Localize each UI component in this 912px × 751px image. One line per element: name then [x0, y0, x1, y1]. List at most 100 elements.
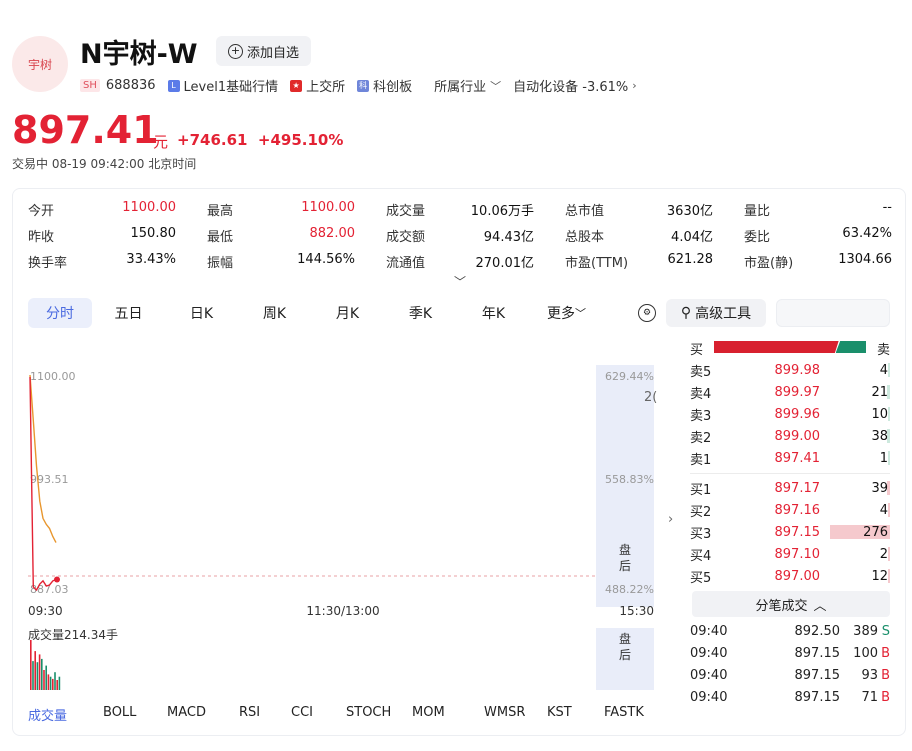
- add-watchlist-label: 添加自选: [247, 45, 300, 61]
- tab-1[interactable]: 五日: [92, 298, 165, 328]
- exchange-link[interactable]: ★ 上交所: [290, 76, 345, 95]
- industry-value: 自动化设备 -3.61%: [513, 80, 629, 95]
- stat-label: 最高: [207, 204, 234, 219]
- volume-bar: [34, 651, 36, 690]
- expand-chevron-icon[interactable]: ﹀: [454, 273, 466, 290]
- sell-ratio-fill: [835, 341, 866, 353]
- stat-label: 昨收: [28, 230, 55, 245]
- order-price: 897.16: [774, 502, 821, 518]
- advanced-tools-button[interactable]: ⚲ 高级工具: [666, 299, 766, 327]
- stat-value: 144.56%: [297, 252, 355, 267]
- settings-icon[interactable]: ⚙: [638, 304, 656, 322]
- stat-value: 4.04亿: [671, 230, 713, 245]
- indicator-tab[interactable]: WMSR: [484, 705, 547, 724]
- stat-item: 成交额 94.43亿: [386, 226, 534, 245]
- tab-6[interactable]: 年K: [457, 298, 530, 328]
- ask-row[interactable]: 卖4 899.97 21: [690, 382, 890, 402]
- tick-time: 09:40: [690, 689, 728, 705]
- y-high-label: 1100.00: [30, 370, 76, 383]
- price-unit: 元: [153, 133, 169, 151]
- order-label: 卖3: [690, 408, 712, 424]
- stat-item: 最高 1100.00: [207, 200, 355, 219]
- market-tag: SH: [80, 79, 100, 92]
- stat-item: 振幅 144.56%: [207, 252, 355, 271]
- board-link[interactable]: 科 科创板: [357, 76, 412, 95]
- after-hours-volume-char-2: 后: [619, 648, 631, 662]
- tick-row: 09:40 897.15 71 B: [690, 687, 890, 707]
- chevron-right-icon[interactable]: ›: [668, 512, 673, 527]
- ratio-bar: [714, 341, 866, 353]
- tab-label: 五日: [114, 306, 143, 322]
- ticks-header-button[interactable]: 分笔成交 ︿: [692, 591, 890, 617]
- search-input[interactable]: [776, 299, 890, 327]
- order-vol: 2: [879, 546, 888, 562]
- bid-row[interactable]: 买3 897.15 276: [690, 522, 890, 542]
- stat-item: 总股本 4.04亿: [565, 226, 713, 245]
- book-divider: [690, 473, 890, 474]
- volume-bar: [49, 676, 52, 690]
- tick-side: B: [881, 689, 890, 705]
- indicator-tab[interactable]: STOCH: [346, 705, 412, 724]
- stock-name: N宇树-W: [80, 39, 198, 70]
- ask-row[interactable]: 卖1 897.41 1: [690, 448, 890, 468]
- tick-time: 09:40: [690, 623, 728, 639]
- ask-row[interactable]: 卖3 899.96 10: [690, 404, 890, 424]
- pct-low-label: 488.22%: [605, 583, 654, 596]
- indicator-tab[interactable]: MACD: [167, 705, 239, 724]
- indicator-tab[interactable]: MOM: [412, 705, 484, 724]
- stat-value: 270.01亿: [475, 256, 535, 271]
- indicator-tab[interactable]: CCI: [291, 705, 346, 724]
- indicator-tabs: 成交量 BOLL MACD RSI CCI STOCH MOM WMSR KST FASTK: [28, 705, 654, 724]
- bid-row[interactable]: 买4 897.10 2: [690, 544, 890, 564]
- tab-4[interactable]: 月K: [311, 298, 384, 328]
- bid-row[interactable]: 买2 897.16 4: [690, 500, 890, 520]
- indicator-tab[interactable]: 成交量: [28, 705, 103, 724]
- ticks-title: 分笔成交: [755, 598, 808, 614]
- board-label: 科创板: [373, 80, 413, 95]
- level-icon: L: [167, 79, 180, 92]
- average-price-line: [29, 374, 57, 543]
- volume-label: 成交量214.34手: [28, 627, 118, 642]
- stat-value: 1100.00: [301, 200, 355, 215]
- stock-logo: 宇树: [12, 36, 68, 92]
- order-label: 买3: [690, 526, 712, 542]
- tick-vol: 389: [853, 623, 878, 639]
- stat-item: 换手率 33.43%: [28, 252, 176, 271]
- stat-value: 3630亿: [666, 204, 713, 219]
- industry-dropdown[interactable]: 所属行业 ﹀: [434, 76, 501, 96]
- tick-vol: 71: [861, 689, 878, 705]
- tab-label: 周K: [262, 306, 287, 322]
- bid-row[interactable]: 买5 897.00 12: [690, 566, 890, 586]
- ask-row[interactable]: 卖2 899.00 38: [690, 426, 890, 446]
- tab-2[interactable]: 日K: [165, 298, 238, 328]
- chevron-down-icon: ﹀: [575, 307, 586, 320]
- volume-bar: [32, 661, 34, 690]
- stat-label: 市盈(静): [744, 256, 794, 271]
- stat-item: 今开 1100.00: [28, 200, 176, 219]
- indicator-tab[interactable]: FASTK: [604, 705, 654, 724]
- volume-bar: [47, 674, 50, 690]
- current-price: 897.41: [12, 108, 159, 152]
- tab-3[interactable]: 周K: [238, 298, 311, 328]
- stat-value: 882.00: [309, 226, 356, 241]
- level-link[interactable]: L Level1基础行情: [167, 76, 278, 95]
- indicator-tab[interactable]: RSI: [239, 705, 291, 724]
- volume-bar: [58, 676, 61, 690]
- volume-bar: [43, 670, 45, 690]
- tab-5[interactable]: 季K: [384, 298, 457, 328]
- tab-7[interactable]: 更多 ﹀: [530, 298, 603, 328]
- intraday-chart[interactable]: 1100.00 993.51 887.03 629.44% 558.83% 48…: [28, 345, 658, 735]
- order-label: 卖2: [690, 430, 712, 446]
- x-start-label: 09:30: [28, 604, 63, 618]
- indicator-tab[interactable]: KST: [547, 705, 604, 724]
- tab-0[interactable]: 分时: [28, 298, 92, 328]
- add-watchlist-button[interactable]: + 添加自选: [216, 36, 312, 66]
- indicator-tab[interactable]: BOLL: [103, 705, 167, 724]
- stat-value: 621.28: [667, 252, 714, 267]
- bid-row[interactable]: 买1 897.17 39: [690, 478, 890, 498]
- tick-price: 897.15: [794, 645, 841, 661]
- ask-row[interactable]: 卖5 899.98 4: [690, 360, 890, 380]
- price-change: +746.61 +495.10%: [177, 131, 343, 149]
- industry-link[interactable]: 自动化设备 -3.61% ›: [513, 76, 637, 95]
- stat-label: 成交量: [386, 204, 426, 219]
